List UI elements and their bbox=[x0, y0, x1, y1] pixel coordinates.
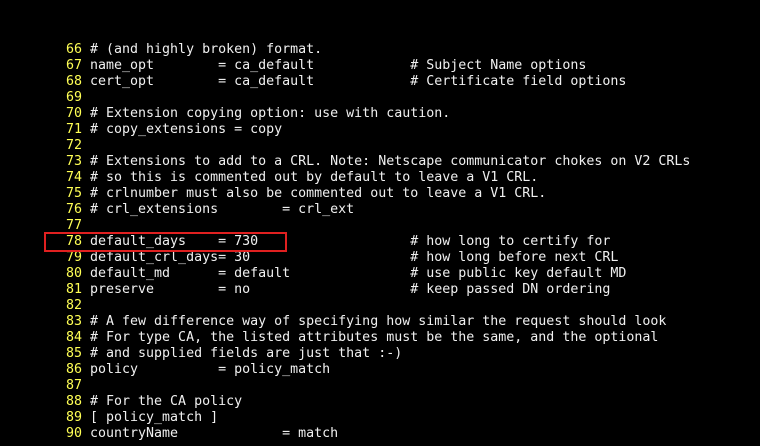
editor-line: 84 # For type CA, the listed attributes m… bbox=[0, 330, 760, 346]
line-number: 88 bbox=[65, 394, 82, 409]
editor-line: 79 default_crl_days= 30 # how long before… bbox=[0, 250, 760, 266]
line-text: default_crl_days= 30 # how long before n… bbox=[90, 250, 619, 265]
line-number: 70 bbox=[65, 106, 82, 121]
line-number: 82 bbox=[65, 298, 82, 313]
line-text: # copy_extensions = copy bbox=[90, 122, 283, 137]
line-text: name_opt = ca_default # Subject Name opt… bbox=[90, 58, 587, 73]
editor-line: 73 # Extensions to add to a CRL. Note: Ne… bbox=[0, 154, 760, 170]
editor-line: 72 bbox=[0, 138, 760, 154]
editor-line: 69 bbox=[0, 90, 760, 106]
editor-line: 80 default_md = default # use public key … bbox=[0, 266, 760, 282]
line-text: # For the CA policy bbox=[90, 394, 243, 409]
editor-line: 89 [ policy_match ] bbox=[0, 410, 760, 426]
line-number: 69 bbox=[65, 90, 82, 105]
line-number: 87 bbox=[65, 378, 82, 393]
editor-line: 66 # (and highly broken) format. bbox=[0, 42, 760, 58]
terminal-editor[interactable]: 66 # (and highly broken) format. 67 name_o… bbox=[0, 0, 760, 446]
line-text: policy = policy_match bbox=[90, 362, 331, 377]
line-number: 68 bbox=[65, 74, 82, 89]
line-number: 81 bbox=[65, 282, 82, 297]
line-number: 85 bbox=[65, 346, 82, 361]
editor-line: 90 countryName = match bbox=[0, 426, 760, 442]
line-number: 86 bbox=[65, 362, 82, 377]
editor-line: 71 # copy_extensions = copy bbox=[0, 122, 760, 138]
line-text: # crlnumber must also be commented out t… bbox=[90, 186, 547, 201]
line-number: 74 bbox=[65, 170, 82, 185]
line-number: 89 bbox=[65, 410, 82, 425]
line-text: # A few difference way of specifying how… bbox=[90, 314, 667, 329]
editor-line: 83 # A few difference way of specifying h… bbox=[0, 314, 760, 330]
line-number: 75 bbox=[65, 186, 82, 201]
line-number: 72 bbox=[65, 138, 82, 153]
line-number: 76 bbox=[65, 202, 82, 217]
editor-line: 75 # crlnumber must also be commented out… bbox=[0, 186, 760, 202]
editor-line: 82 bbox=[0, 298, 760, 314]
line-text: default_md = default # use public key de… bbox=[90, 266, 627, 281]
editor-line: 86 policy = policy_match bbox=[0, 362, 760, 378]
line-text: cert_opt = ca_default # Certificate fiel… bbox=[90, 74, 627, 89]
line-text: preserve = no # keep passed DN ordering bbox=[90, 282, 611, 297]
line-text: [ policy_match ] bbox=[90, 410, 219, 425]
editor-line: 70 # Extension copying option: use with c… bbox=[0, 106, 760, 122]
line-number: 84 bbox=[65, 330, 82, 345]
editor-line: 76 # crl_extensions = crl_ext bbox=[0, 202, 760, 218]
line-text: countryName = match bbox=[90, 426, 339, 441]
line-text: # Extensions to add to a CRL. Note: Nets… bbox=[90, 154, 691, 169]
line-text: # crl_extensions = crl_ext bbox=[90, 202, 355, 217]
line-number: 67 bbox=[65, 58, 82, 73]
line-text: # and supplied fields are just that :-) bbox=[90, 346, 403, 361]
line-text: # Extension copying option: use with cau… bbox=[90, 106, 451, 121]
editor-line: 81 preserve = no # keep passed DN orderin… bbox=[0, 282, 760, 298]
highlight-annotation-box bbox=[44, 232, 287, 252]
editor-line: 85 # and supplied fields are just that :-… bbox=[0, 346, 760, 362]
line-number: 90 bbox=[65, 426, 82, 441]
editor-line: 68 cert_opt = ca_default # Certificate fi… bbox=[0, 74, 760, 90]
line-number: 73 bbox=[65, 154, 82, 169]
line-number: 79 bbox=[65, 250, 82, 265]
editor-line: 88 # For the CA policy bbox=[0, 394, 760, 410]
line-text: # (and highly broken) format. bbox=[90, 42, 323, 57]
line-number: 66 bbox=[65, 42, 82, 57]
line-number: 71 bbox=[65, 122, 82, 137]
editor-line: 87 bbox=[0, 378, 760, 394]
line-text: # so this is commented out by default to… bbox=[90, 170, 539, 185]
line-number: 83 bbox=[65, 314, 82, 329]
line-text: # For type CA, the listed attributes mus… bbox=[90, 330, 659, 345]
editor-line: 74 # so this is commented out by default … bbox=[0, 170, 760, 186]
line-number: 80 bbox=[65, 266, 82, 281]
editor-line: 67 name_opt = ca_default # Subject Name o… bbox=[0, 58, 760, 74]
